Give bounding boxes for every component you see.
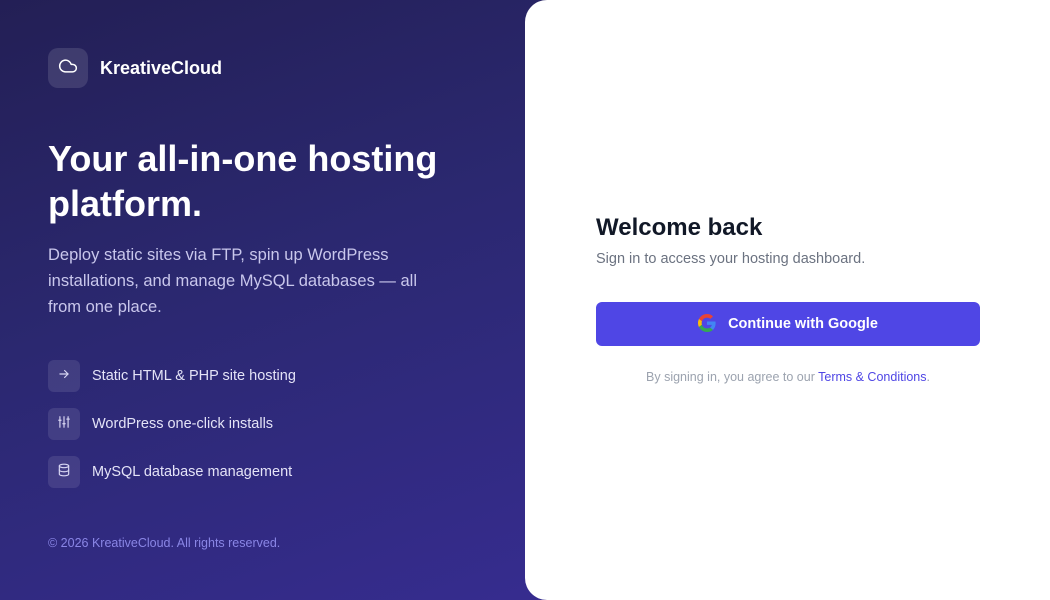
feature-item-static-hosting: Static HTML & PHP site hosting (48, 360, 296, 392)
cloud-icon (58, 56, 78, 81)
marketing-panel: KreativeCloud Your all-in-one hosting pl… (0, 0, 545, 600)
arrow-right-icon (57, 367, 71, 386)
feature-icon-box (48, 456, 80, 488)
feature-list: Static HTML & PHP site hosting WordPress… (48, 360, 296, 504)
terms-link[interactable]: Terms & Conditions (818, 370, 926, 384)
google-signin-button[interactable]: Continue with Google (596, 302, 980, 346)
hero-headline: Your all-in-one hosting platform. (48, 138, 438, 224)
login-subtitle: Sign in to access your hosting dashboard… (596, 251, 866, 267)
login-title: Welcome back (596, 214, 763, 241)
brand: KreativeCloud (48, 48, 222, 88)
feature-label: MySQL database management (92, 464, 293, 480)
database-icon (57, 463, 71, 482)
google-button-label: Continue with Google (728, 316, 878, 332)
terms-suffix: . (926, 370, 930, 384)
terms-prefix: By signing in, you agree to our (646, 370, 819, 384)
login-panel: Welcome back Sign in to access your host… (525, 0, 1050, 600)
brand-logo (48, 48, 88, 88)
feature-item-mysql: MySQL database management (48, 456, 296, 488)
copyright-footer: © 2026 KreativeCloud. All rights reserve… (48, 536, 281, 550)
terms-notice: By signing in, you agree to our Terms & … (596, 370, 980, 384)
feature-label: Static HTML & PHP site hosting (92, 368, 296, 384)
brand-name: KreativeCloud (100, 57, 223, 78)
feature-icon-box (48, 408, 80, 440)
feature-icon-box (48, 360, 80, 392)
hero-description: Deploy static sites via FTP, spin up Wor… (48, 246, 418, 316)
sliders-icon (57, 415, 71, 434)
feature-label: WordPress one-click installs (92, 416, 274, 432)
feature-item-wordpress: WordPress one-click installs (48, 408, 296, 440)
google-icon (698, 313, 716, 335)
